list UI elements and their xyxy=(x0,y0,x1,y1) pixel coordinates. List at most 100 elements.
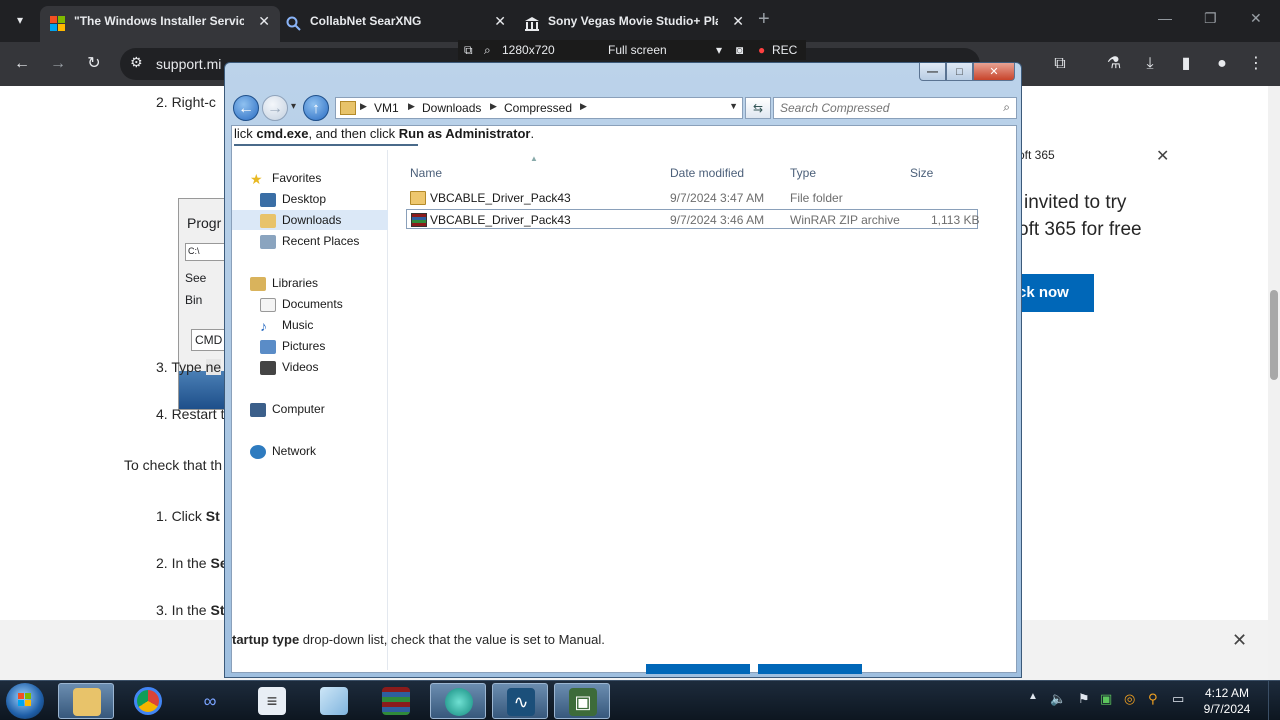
nav-desktop[interactable]: Desktop xyxy=(260,189,326,209)
chevron-right-icon[interactable]: ▶ xyxy=(408,101,415,112)
reload-icon[interactable]: ↻ xyxy=(82,52,106,76)
click-step-text: 1. Click St xyxy=(156,508,220,524)
taskbar-app-infinity[interactable]: ∞ xyxy=(182,683,238,719)
tab-close-icon[interactable]: ✕ xyxy=(732,6,744,36)
menu-kebab-icon[interactable]: ⋮ xyxy=(1244,52,1268,76)
nav-favorites[interactable]: ★ Favorites xyxy=(250,168,321,188)
nav-documents[interactable]: Documents xyxy=(260,294,343,314)
column-header-type[interactable]: Type xyxy=(790,166,816,180)
file-row[interactable]: VBCABLE_Driver_Pack43 9/7/2024 3:46 AM W… xyxy=(406,209,979,229)
maximize-icon[interactable]: □ xyxy=(946,63,973,81)
column-header-name[interactable]: Name xyxy=(410,166,442,180)
tab-close-icon[interactable]: ✕ xyxy=(494,6,506,36)
page-button[interactable] xyxy=(646,664,750,674)
nav-computer[interactable]: Computer xyxy=(250,399,325,419)
file-type: WinRAR ZIP archive xyxy=(790,213,900,227)
taskbar-app-teal[interactable] xyxy=(430,683,486,719)
search-icon[interactable]: ⌕ xyxy=(1003,100,1010,115)
chevron-right-icon[interactable]: ▶ xyxy=(360,101,367,112)
ms365-header: oft 365 xyxy=(1018,148,1055,162)
camera-icon[interactable]: ◙ xyxy=(736,43,743,57)
address-bar[interactable]: ▶ VM1 ▶ Downloads ▶ Compressed ▶ ▼ xyxy=(335,97,743,119)
chevron-down-icon[interactable]: ▾ xyxy=(716,43,722,57)
up-arrow-icon[interactable]: ↑ xyxy=(303,95,329,121)
labs-icon[interactable]: ⚗ xyxy=(1102,52,1126,76)
tab-close-icon[interactable]: ✕ xyxy=(258,6,270,36)
forward-arrow-icon[interactable]: → xyxy=(262,95,288,121)
tray-expand-icon[interactable]: ▲ xyxy=(1028,691,1038,702)
breadcrumb-downloads[interactable]: Downloads xyxy=(422,101,481,115)
taskbar-app-wave[interactable]: ∿ xyxy=(492,683,548,719)
tray-app-icon[interactable]: ◎ xyxy=(1124,691,1135,707)
nav-network[interactable]: Network xyxy=(250,441,316,461)
column-header-date[interactable]: Date modified xyxy=(670,166,744,180)
taskbar-winrar[interactable] xyxy=(368,683,424,719)
file-type: File folder xyxy=(790,191,843,205)
ms365-cta-button[interactable]: ck now xyxy=(1014,274,1094,312)
cmd-icon: C:\ xyxy=(185,243,225,261)
taskbar-app-glass[interactable] xyxy=(306,683,362,719)
file-row[interactable]: VBCABLE_Driver_Pack43 9/7/2024 3:47 AM F… xyxy=(406,188,978,208)
taskbar-app-monitor[interactable]: ▣ xyxy=(554,683,610,719)
minimize-icon[interactable]: — xyxy=(919,63,946,81)
search-input[interactable] xyxy=(774,98,984,118)
taskbar-notepad[interactable]: ≡ xyxy=(244,683,300,719)
page-button[interactable] xyxy=(758,664,862,674)
nav-libraries[interactable]: Libraries xyxy=(250,273,318,293)
close-window-icon[interactable]: ✕ xyxy=(973,63,1015,81)
taskbar-explorer[interactable] xyxy=(58,683,114,719)
recorder-mode[interactable]: Full screen xyxy=(608,43,667,57)
restore-icon[interactable]: ❐ xyxy=(1204,10,1217,27)
network-tray-icon[interactable]: ▭ xyxy=(1172,691,1184,707)
taskbar-chrome[interactable] xyxy=(120,683,176,719)
recent-pages-dropdown-icon[interactable]: ▾ xyxy=(291,101,296,112)
site-info-icon[interactable]: ⚙ xyxy=(130,54,143,71)
download-icon[interactable]: ⤓ xyxy=(1138,52,1162,76)
start-button[interactable] xyxy=(6,683,44,719)
close-window-icon[interactable]: ✕ xyxy=(1250,10,1262,27)
system-clock[interactable]: 4:12 AM 9/7/2024 xyxy=(1196,685,1258,717)
minimize-icon[interactable]: — xyxy=(1158,10,1172,26)
back-arrow-icon[interactable]: ← xyxy=(10,52,34,76)
close-icon[interactable]: ✕ xyxy=(1156,146,1169,166)
close-icon[interactable]: ✕ xyxy=(1232,630,1247,651)
zoom-icon[interactable]: ⌕ xyxy=(484,43,491,58)
volume-icon[interactable]: 🔈 xyxy=(1050,691,1066,707)
back-arrow-icon[interactable]: ← xyxy=(233,95,259,121)
profile-avatar-icon[interactable]: ● xyxy=(1210,52,1234,76)
tab-search-dropdown[interactable]: ▾ xyxy=(8,8,32,32)
tab-sony-vegas[interactable]: Sony Vegas Movie Studio+ Pla ✕ xyxy=(514,6,754,36)
tab-windows-installer[interactable]: "The Windows Installer Servic ✕ xyxy=(40,6,280,42)
page-scrollbar[interactable] xyxy=(1268,86,1280,680)
music-note-icon: ♪ xyxy=(260,317,267,334)
refresh-icon[interactable]: ⇆ xyxy=(745,97,771,119)
tray-app-icon[interactable]: ▣ xyxy=(1100,691,1112,707)
folder-icon xyxy=(340,101,356,115)
nav-recent-places[interactable]: Recent Places xyxy=(260,231,359,251)
chevron-right-icon[interactable]: ▶ xyxy=(580,101,587,112)
breadcrumb-compressed[interactable]: Compressed xyxy=(504,101,572,115)
tray-search-icon[interactable]: ⚲ xyxy=(1148,691,1158,707)
nav-pictures[interactable]: Pictures xyxy=(260,336,325,356)
column-header-size[interactable]: Size xyxy=(910,166,933,180)
tab-title: CollabNet SearXNG xyxy=(310,14,422,28)
side-panel-icon[interactable]: ▮ xyxy=(1174,52,1198,76)
search-box[interactable]: ⌕ xyxy=(773,97,1017,119)
downloads-folder-icon xyxy=(260,213,276,228)
nav-music[interactable]: ♪ Music xyxy=(260,315,313,335)
show-desktop-button[interactable] xyxy=(1268,681,1280,720)
nav-downloads[interactable]: Downloads xyxy=(232,210,388,230)
region-icon[interactable]: ⧉ xyxy=(464,43,473,58)
chevron-right-icon[interactable]: ▶ xyxy=(490,101,497,112)
scrollbar-thumb[interactable] xyxy=(1270,290,1278,380)
tab-collabnet-searxng[interactable]: CollabNet SearXNG ✕ xyxy=(276,6,516,36)
tab-title: "The Windows Installer Servic xyxy=(74,14,244,28)
new-tab-button[interactable]: + xyxy=(758,8,770,31)
forward-arrow-icon[interactable]: → xyxy=(46,52,70,76)
chevron-down-icon[interactable]: ▼ xyxy=(729,101,738,111)
extensions-icon[interactable]: ⧉ xyxy=(1048,52,1072,76)
flag-icon[interactable]: ⚑ xyxy=(1078,691,1090,707)
nav-videos[interactable]: Videos xyxy=(260,357,318,377)
breadcrumb-vm1[interactable]: VM1 xyxy=(374,101,399,115)
rec-label[interactable]: REC xyxy=(772,43,797,57)
